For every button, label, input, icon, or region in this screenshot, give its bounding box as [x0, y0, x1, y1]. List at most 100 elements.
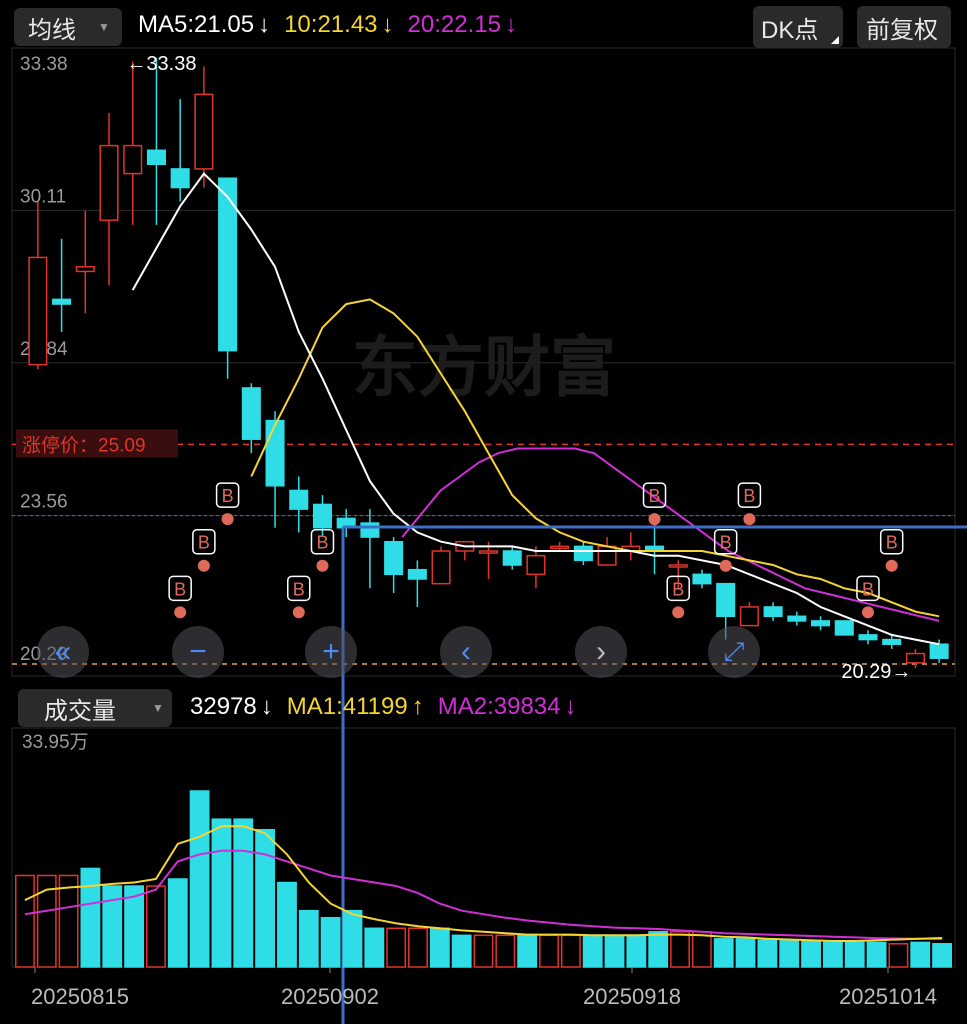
volume-bar: [429, 927, 450, 968]
candle-body: [194, 93, 214, 170]
indicator-select[interactable]: 均线 ▼: [14, 8, 122, 46]
price-adjust-button[interactable]: 前复权: [857, 6, 951, 48]
volume-bar: [167, 878, 188, 968]
ma-legend: MA5:21.05 ↓ 10:21.43 ↓ 20:22.15 ↓: [138, 11, 517, 39]
vol-ma1-legend: MA1:41199 ↑: [287, 693, 424, 721]
volume-bar: [58, 874, 79, 968]
candle-body: [502, 550, 522, 566]
vol-ma2-value: 39834: [493, 693, 561, 720]
candle-body: [360, 522, 380, 538]
zoom-out-icon[interactable]: −: [172, 626, 224, 678]
volume-bar: [735, 938, 756, 968]
expand-icon[interactable]: ⤢: [708, 626, 760, 678]
candle-body: [597, 545, 617, 566]
volume-bar: [517, 934, 538, 968]
volume-bar: [233, 818, 254, 968]
candle-body: [550, 545, 570, 550]
volume-bar: [932, 943, 953, 968]
volume-bar: [626, 934, 647, 968]
candle-body: [312, 503, 333, 529]
candle-body: [431, 550, 451, 585]
candle-body: [763, 606, 783, 618]
buy-marker-label: B: [672, 579, 684, 599]
volume-bar: [888, 943, 909, 968]
candle-body: [265, 419, 285, 487]
indicator-select-label: 均线: [28, 16, 76, 44]
volume-bar: [801, 939, 821, 968]
volume-bar: [80, 867, 101, 968]
volume-indicator-label: 成交量: [44, 697, 116, 725]
buy-dot: [672, 606, 685, 619]
ma10-label: 10:: [284, 11, 318, 38]
ma10-legend: 10:21.43 ↓: [284, 11, 393, 39]
price-adjust-label: 前复权: [866, 16, 938, 44]
buy-marker-label: B: [174, 579, 186, 599]
vol-legend: 32978 ↓: [190, 693, 273, 721]
dk-point-label: DK点: [761, 16, 819, 44]
candle-body: [668, 564, 688, 568]
volume-bar: [910, 941, 931, 968]
dropdown-caret-icon: ▼: [152, 701, 164, 715]
candle-body: [75, 266, 95, 273]
candle-body: [787, 615, 807, 622]
max-price-label: ←33.38: [126, 53, 196, 75]
vol-arrow: ↓: [260, 693, 273, 720]
volume-bar: [473, 934, 494, 968]
ma20-line: [401, 447, 940, 622]
buy-marker-label: B: [886, 533, 898, 553]
candle-body: [146, 149, 166, 165]
buy-marker-label: B: [222, 486, 234, 506]
volume-bar: [364, 927, 385, 968]
candle-body: [407, 568, 427, 580]
volume-bar: [713, 938, 734, 968]
candle-body: [834, 620, 854, 636]
x-axis-label: 20250902: [281, 984, 379, 1009]
vol-ma1-arrow: ↑: [411, 693, 424, 720]
buy-dot: [861, 606, 874, 619]
ma5-arrow: ↓: [258, 11, 271, 38]
volume-bar: [298, 909, 319, 968]
volume-bar: [14, 874, 35, 968]
ma5-legend: MA5:21.05 ↓: [138, 11, 270, 39]
volume-indicator-select[interactable]: 成交量 ▼: [18, 689, 172, 727]
volume-max-label: 33.95万: [22, 732, 89, 753]
volume-bar: [451, 934, 472, 968]
buy-dot: [292, 606, 305, 619]
kline-chart[interactable]: 33.3830.1126.8423.5620.29东方财富涨停价：25.09←3…: [0, 0, 967, 1024]
volume-bar: [560, 934, 581, 968]
zoom-in-icon[interactable]: +: [305, 626, 357, 678]
volume-bar: [648, 931, 669, 968]
candle-body: [929, 643, 949, 659]
volume-bar: [670, 931, 690, 968]
right-icon[interactable]: ›: [575, 626, 627, 678]
buy-marker-label: B: [649, 486, 661, 506]
dk-point-button[interactable]: DK点: [753, 6, 843, 48]
limit-up-label: 涨停价：25.09: [22, 434, 146, 456]
chart-stage: 33.3830.1126.8423.5620.29东方财富涨停价：25.09←3…: [0, 0, 967, 1024]
watermark: 东方财富: [352, 330, 616, 404]
ma5-label: MA5:: [138, 11, 195, 38]
dropdown-caret-icon: ▼: [98, 20, 110, 34]
volume-bar: [822, 941, 843, 968]
left-icon[interactable]: ‹: [440, 626, 492, 678]
buy-dot: [221, 513, 234, 526]
buy-dot: [316, 559, 329, 572]
price-tick-label: 23.56: [20, 492, 68, 513]
ma20-label: 20:: [407, 11, 441, 38]
buy-marker-label: B: [316, 533, 328, 553]
volume-bar: [539, 934, 559, 968]
volume-bar: [844, 941, 865, 968]
x-axis-label: 20250918: [583, 984, 681, 1009]
x-axis-label: 20251014: [839, 984, 937, 1009]
volume-bar: [386, 927, 407, 968]
ma20-value: 22.15: [440, 11, 501, 38]
candle-body: [692, 573, 712, 585]
candle-body: [52, 298, 72, 305]
volume-bar: [146, 885, 166, 968]
vol-value: 32978: [190, 693, 257, 720]
candle-body: [478, 550, 499, 554]
buy-marker-label: B: [743, 486, 755, 506]
double-left-icon[interactable]: «: [37, 626, 89, 678]
candle-body: [28, 256, 48, 366]
ma5-value: 21.05: [194, 11, 255, 38]
